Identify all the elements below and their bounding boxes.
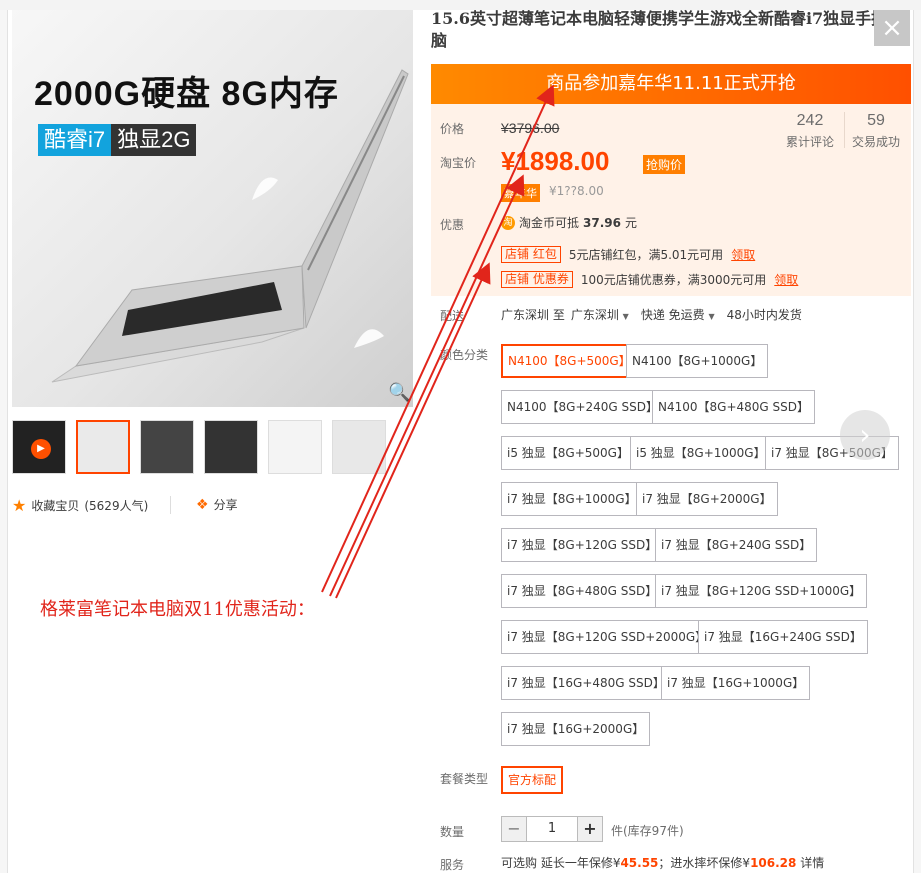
fav-label: 收藏宝贝 [31, 499, 80, 513]
service-amount-2: 106.28 [750, 856, 797, 870]
color-option[interactable]: i7 独显【8G+240G SSD】 [655, 528, 818, 562]
price-box: 价格 ¥3796.00 淘宝价 ¥1898.00 抢购价 嘉年华 ¥1??8.0… [431, 104, 911, 296]
share-icon: ❖ [196, 496, 209, 513]
color-option[interactable]: i5 独显【8G+500G】 [501, 436, 635, 470]
color-option[interactable]: N4100【8G+480G SSD】 [652, 390, 815, 424]
thumbnail-5[interactable] [332, 420, 386, 474]
chevron-down-icon: ▼ [622, 312, 629, 321]
sales-label: 交易成功 [851, 135, 900, 149]
carnival-badge: 嘉年华 [501, 184, 540, 202]
coupon-row-1: 店铺 红包 5元店铺红包，满5.01元可用 领取 [501, 246, 755, 263]
fav-count: (5629人气) [84, 499, 149, 513]
chevron-right-icon[interactable]: › [840, 410, 890, 460]
ship-time: 48小时内发货 [726, 308, 802, 322]
claim-link-1[interactable]: 领取 [731, 246, 755, 263]
shipping-label: 配送 [440, 309, 465, 323]
share-button[interactable]: ❖ 分享 [196, 496, 238, 513]
shipping-info: 广东深圳 至 广东深圳 ▼ 快递 免运费 ▼ 48小时内发货 [501, 306, 802, 323]
color-option[interactable]: i7 独显【8G+120G SSD+1000G】 [655, 574, 868, 608]
thumbnail-1[interactable] [76, 420, 130, 474]
taobao-price: ¥1898.00 [501, 146, 610, 176]
color-option[interactable]: i7 独显【16G+2000G】 [501, 712, 651, 746]
color-option[interactable]: N4100【8G+1000G】 [626, 344, 769, 378]
service-text-2: ；进水摔坏保修¥ [658, 856, 751, 870]
review-count: 242 [796, 112, 824, 129]
background-right-edge [913, 10, 921, 873]
ship-to: 广东深圳 [570, 308, 619, 322]
color-option[interactable]: i7 独显【16G+240G SSD】 [698, 620, 868, 654]
quantity-label: 数量 [440, 825, 465, 839]
coin-icon: 淘 [501, 215, 515, 230]
color-option[interactable]: i7 独显【8G+120G SSD+2000G】 [501, 620, 714, 654]
service-details-link[interactable]: 详情 [796, 856, 824, 870]
ship-to-select[interactable]: 广东深圳 ▼ [571, 306, 629, 323]
taobao-price-label: 淘宝价 [440, 156, 477, 170]
divider [170, 496, 171, 514]
thumbnail-video[interactable]: ▶ [12, 420, 66, 474]
review-stat[interactable]: 242 累计评论 [779, 112, 841, 150]
price-label: 价格 [440, 122, 465, 136]
coupon-tag-1: 店铺 红包 [501, 246, 561, 263]
package-label: 套餐类型 [440, 772, 489, 786]
review-label: 累计评论 [785, 135, 834, 149]
main-product-image[interactable]: 2000G硬盘 8G内存 酷睿i7 独显2G 🔍 [12, 10, 413, 407]
color-option[interactable]: i7 独显【8G+480G SSD】 [501, 574, 664, 608]
coupon-row-2: 店铺 优惠券 100元店铺优惠券，满3000元可用 领取 [501, 271, 798, 288]
ship-method-select[interactable]: 快递 免运费 ▼ [641, 306, 715, 323]
star-icon: ★ [12, 496, 27, 515]
product-quickview: { "product": { "title": "15.6英寸超薄笔记本电脑轻薄… [0, 0, 921, 873]
thumbnail-strip: ▶ [12, 420, 413, 480]
color-option[interactable]: i5 独显【8G+1000G】 [630, 436, 772, 470]
coin-discount: 淘 淘金币可抵 37.96 元 [501, 214, 637, 231]
coin-unit: 元 [624, 216, 637, 230]
stock-info: 件(库存97件) [611, 824, 684, 838]
background-left-edge [0, 10, 8, 873]
rush-price-badge: 抢购价 [643, 155, 686, 174]
color-option[interactable]: N4100【8G+240G SSD】 [501, 390, 664, 424]
quantity-plus-button[interactable]: + [577, 816, 603, 842]
color-option[interactable]: i7 独显【8G+1000G】 [501, 482, 643, 516]
quantity-input[interactable]: 1 [527, 816, 577, 842]
product-title: 15.6英寸超薄笔记本电脑轻薄便携学生游戏全新酷睿i7独显手提电脑 [431, 9, 904, 50]
thumbnail-4[interactable] [268, 420, 322, 474]
promo-banner: 商品参加嘉年华11.11正式开抢 [431, 64, 911, 104]
service-info: 可选购 延长一年保修¥45.55；进水摔坏保修¥106.28 详情 [501, 854, 824, 871]
close-icon[interactable]: × [874, 10, 910, 46]
coin-amount: 37.96 [583, 215, 621, 230]
coupon-text-2: 100元店铺优惠券，满3000元可用 [580, 273, 767, 287]
color-option[interactable]: i7 独显【16G+480G SSD】 [501, 666, 671, 700]
original-price: ¥3796.00 [501, 120, 560, 136]
quantity-stepper: − 1 + [501, 816, 603, 842]
share-label: 分享 [213, 498, 238, 512]
sales-count: 59 [867, 112, 885, 129]
chevron-down-icon: ▼ [708, 312, 715, 321]
claim-link-2[interactable]: 领取 [774, 271, 798, 288]
favorite-button[interactable]: ★ 收藏宝贝 (5629人气) [12, 496, 148, 515]
zoom-icon[interactable]: 🔍 [388, 382, 410, 404]
package-option[interactable]: 官方标配 [501, 766, 564, 794]
annotation-text: 格莱富笔记本电脑双11优惠活动： [40, 599, 315, 620]
laptop-illustration [51, 69, 409, 383]
coin-text: 淘金币可抵 [519, 216, 580, 230]
service-text-1: 可选购 延长一年保修¥ [501, 856, 621, 870]
discount-label: 优惠 [440, 218, 465, 232]
service-label: 服务 [440, 858, 465, 872]
thumbnail-2[interactable] [140, 420, 194, 474]
coupon-tag-2: 店铺 优惠券 [501, 271, 573, 288]
sales-stat: 59 交易成功 [845, 112, 907, 150]
service-amount-1: 45.55 [620, 856, 659, 870]
color-label: 颜色分类 [440, 348, 489, 362]
color-option[interactable]: i7 独显【16G+1000G】 [661, 666, 811, 700]
ship-method: 快递 免运费 [640, 308, 705, 322]
carnival-price: ¥1??8.00 [549, 184, 604, 198]
play-icon[interactable]: ▶ [31, 439, 51, 459]
thumbnail-3[interactable] [204, 420, 258, 474]
color-option[interactable]: i7 独显【8G+120G SSD】 [501, 528, 664, 562]
ship-from: 广东深圳 至 [501, 308, 565, 322]
fav-share-row: ★ 收藏宝贝 (5629人气) ❖ 分享 [12, 496, 413, 518]
color-option[interactable]: i7 独显【8G+2000G】 [636, 482, 778, 516]
color-option[interactable]: N4100【8G+500G】 [501, 344, 638, 378]
coupon-text-1: 5元店铺红包，满5.01元可用 [568, 248, 724, 262]
quantity-minus-button[interactable]: − [501, 816, 527, 842]
